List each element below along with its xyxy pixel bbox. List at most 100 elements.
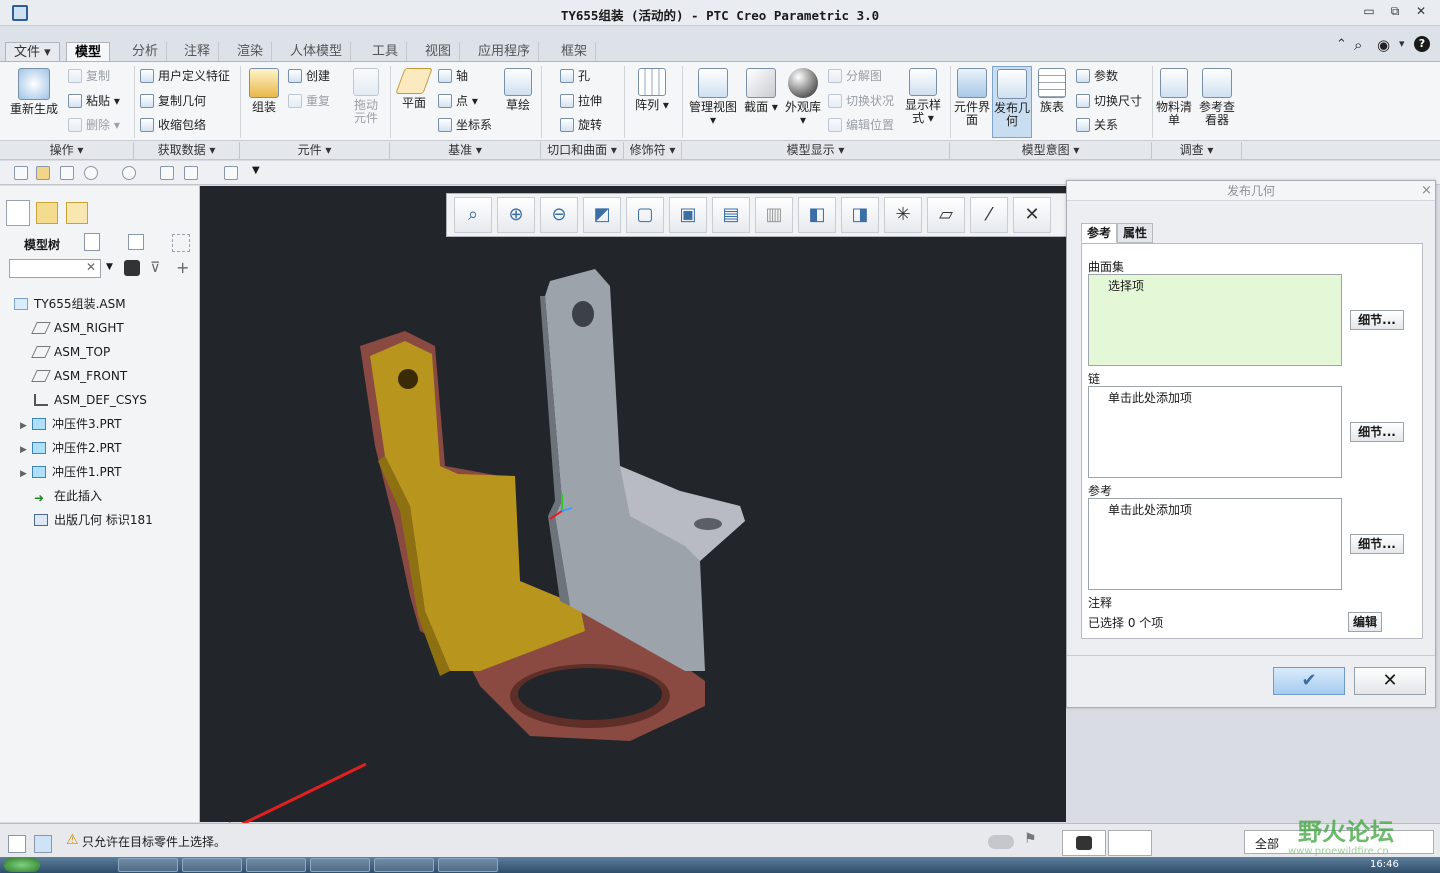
family-table-button[interactable]: 族表 (1036, 68, 1068, 114)
group-investigate[interactable]: 调查 ▾ (1152, 142, 1242, 159)
binoculars-icon[interactable] (124, 260, 140, 276)
tree-filters-icon[interactable] (172, 234, 190, 252)
community-dropdown-icon[interactable]: ▾ (1399, 37, 1405, 50)
repeat-button[interactable]: 重复 (288, 91, 330, 111)
tree-item-asm-top[interactable]: ASM_TOP (31, 340, 110, 364)
group-operations[interactable]: 操作 ▾ (0, 142, 134, 159)
paste-button[interactable]: 粘贴 ▾ (68, 91, 120, 111)
flag-icon[interactable]: ⚑ (1024, 831, 1037, 847)
revolve-button[interactable]: 旋转 (560, 115, 602, 135)
taskbar-app-1[interactable] (118, 858, 178, 872)
tab-applications[interactable]: 应用程序 (470, 42, 540, 62)
tab-model[interactable]: 模型 (66, 42, 111, 63)
perspective-icon[interactable]: ▥ (755, 197, 793, 233)
tab-references[interactable]: 参考 (1081, 223, 1118, 243)
plane-button[interactable]: 平面 (395, 68, 433, 110)
search-dropdown-icon[interactable]: ▼ (106, 262, 113, 272)
surface-set-collector[interactable]: 选择项 (1088, 274, 1342, 366)
new-icon[interactable] (14, 166, 28, 180)
start-button[interactable] (4, 858, 40, 872)
drag-components-button[interactable]: 拖动元件 (350, 68, 382, 125)
sketch-button[interactable]: 草绘 (500, 68, 536, 112)
references-collector[interactable]: 单击此处添加项 (1088, 498, 1342, 590)
appearance-gallery-button[interactable]: 外观库 ▾ (782, 68, 824, 127)
delete-button[interactable]: 删除 ▾ (68, 115, 120, 135)
manage-views-button[interactable]: 管理视图 ▾ (686, 68, 740, 127)
tab-analysis[interactable]: 分析 (124, 42, 168, 62)
show-navigator-icon[interactable] (8, 835, 26, 853)
tab-tools[interactable]: 工具 (364, 42, 408, 62)
switch-dimensions-button[interactable]: 切换尺寸 (1076, 91, 1142, 111)
expand-icon[interactable]: ▶ (20, 414, 30, 438)
search-icon[interactable]: ⌕ (1354, 36, 1362, 54)
assemble-button[interactable]: 组装 (244, 68, 284, 114)
tree-item-asm-right[interactable]: ASM_RIGHT (31, 316, 124, 340)
taskbar-app-5[interactable] (374, 858, 434, 872)
publish-geometry-button[interactable]: 发布几何 (992, 66, 1032, 138)
tree-settings-icon[interactable] (84, 233, 100, 251)
tab-view[interactable]: 视图 (417, 42, 461, 62)
plane-display-icon[interactable]: ✳ (884, 197, 922, 233)
tree-item-publish-geom[interactable]: 出版几何 标识181 (34, 508, 153, 532)
spin-center-icon[interactable]: ◧ (798, 197, 836, 233)
shrinkwrap-button[interactable]: 收缩包络 (140, 115, 206, 135)
cancel-button[interactable]: ✕ (1354, 667, 1426, 695)
chain-details-button[interactable]: 细节... (1350, 422, 1404, 442)
taskbar-app-3[interactable] (246, 858, 306, 872)
open-icon[interactable] (36, 166, 50, 180)
windows-icon[interactable] (184, 166, 198, 180)
group-component[interactable]: 元件 ▾ (240, 142, 390, 159)
filter-icon[interactable]: ⊽ (150, 260, 160, 276)
create-button[interactable]: 创建 (288, 66, 330, 86)
refit-icon[interactable]: ⌕ (454, 197, 492, 233)
group-cut-surface[interactable]: 切口和曲面 ▾ (541, 142, 624, 159)
copy-button[interactable]: 复制 (68, 66, 110, 86)
customize-dropdown-icon[interactable]: ▼ (252, 165, 260, 176)
find-button[interactable] (1062, 830, 1106, 856)
axis-display-icon[interactable]: ▱ (927, 197, 965, 233)
taskbar-app-6[interactable] (438, 858, 498, 872)
folder-browser-tab-icon[interactable] (36, 202, 58, 224)
ok-button[interactable]: ✔ (1273, 667, 1345, 695)
close-small-icon[interactable] (224, 166, 238, 180)
show-icon[interactable] (128, 234, 144, 250)
repaint-icon[interactable]: ◩ (583, 197, 621, 233)
regenerate-small-icon[interactable] (160, 166, 174, 180)
extrude-button[interactable]: 拉伸 (560, 91, 602, 111)
tab-framework[interactable]: 框架 (553, 42, 597, 62)
hole-button[interactable]: 孔 (560, 66, 590, 86)
references-details-button[interactable]: 细节... (1350, 534, 1404, 554)
tree-item-asm-csys[interactable]: ASM_DEF_CSYS (34, 388, 147, 412)
component-interface-button[interactable]: 元件界面 (954, 68, 990, 127)
point-button[interactable]: 点 ▾ (438, 91, 478, 111)
tree-item-part2[interactable]: ▶ 冲压件2.PRT (20, 436, 121, 460)
edit-note-button[interactable]: 编辑 (1348, 612, 1382, 632)
tab-render[interactable]: 渲染 (229, 42, 273, 62)
taskbar-app-4[interactable] (310, 858, 370, 872)
pattern-button[interactable]: 阵列 ▾ (632, 68, 672, 112)
exploded-view-button[interactable]: 分解图 (828, 66, 882, 86)
selection-list-button[interactable] (1108, 830, 1152, 856)
tree-item-assembly[interactable]: TY655组装.ASM (14, 292, 126, 316)
point-display-icon[interactable]: ⁄ (970, 197, 1008, 233)
expand-icon[interactable]: ▶ (20, 462, 30, 486)
clear-search-icon[interactable]: ✕ (86, 260, 96, 274)
tab-annotate[interactable]: 注释 (176, 42, 220, 62)
model-tree-tab-icon[interactable] (6, 200, 30, 226)
bom-button[interactable]: 物料清单 (1156, 68, 1192, 127)
favorites-tab-icon[interactable] (66, 202, 88, 224)
csys-button[interactable]: 坐标系 (438, 115, 492, 135)
udf-button[interactable]: 用户定义特征 (140, 66, 230, 86)
tree-item-insert-here[interactable]: ➜ 在此插入 (34, 484, 102, 508)
tab-manikin[interactable]: 人体模型 (282, 42, 352, 62)
chain-collector[interactable]: 单击此处添加项 (1088, 386, 1342, 478)
edit-position-button[interactable]: 编辑位置 (828, 115, 894, 135)
parameters-button[interactable]: 参数 (1076, 66, 1118, 86)
add-column-icon[interactable]: + (176, 258, 189, 277)
show-browser-icon[interactable] (34, 835, 52, 853)
group-model-intent[interactable]: 模型意图 ▾ (950, 142, 1152, 159)
view-manager-icon[interactable]: ▤ (712, 197, 750, 233)
annotation-display-icon[interactable]: ◨ (841, 197, 879, 233)
tab-properties[interactable]: 属性 (1117, 223, 1154, 243)
reference-viewer-button[interactable]: 参考查看器 (1196, 68, 1238, 127)
